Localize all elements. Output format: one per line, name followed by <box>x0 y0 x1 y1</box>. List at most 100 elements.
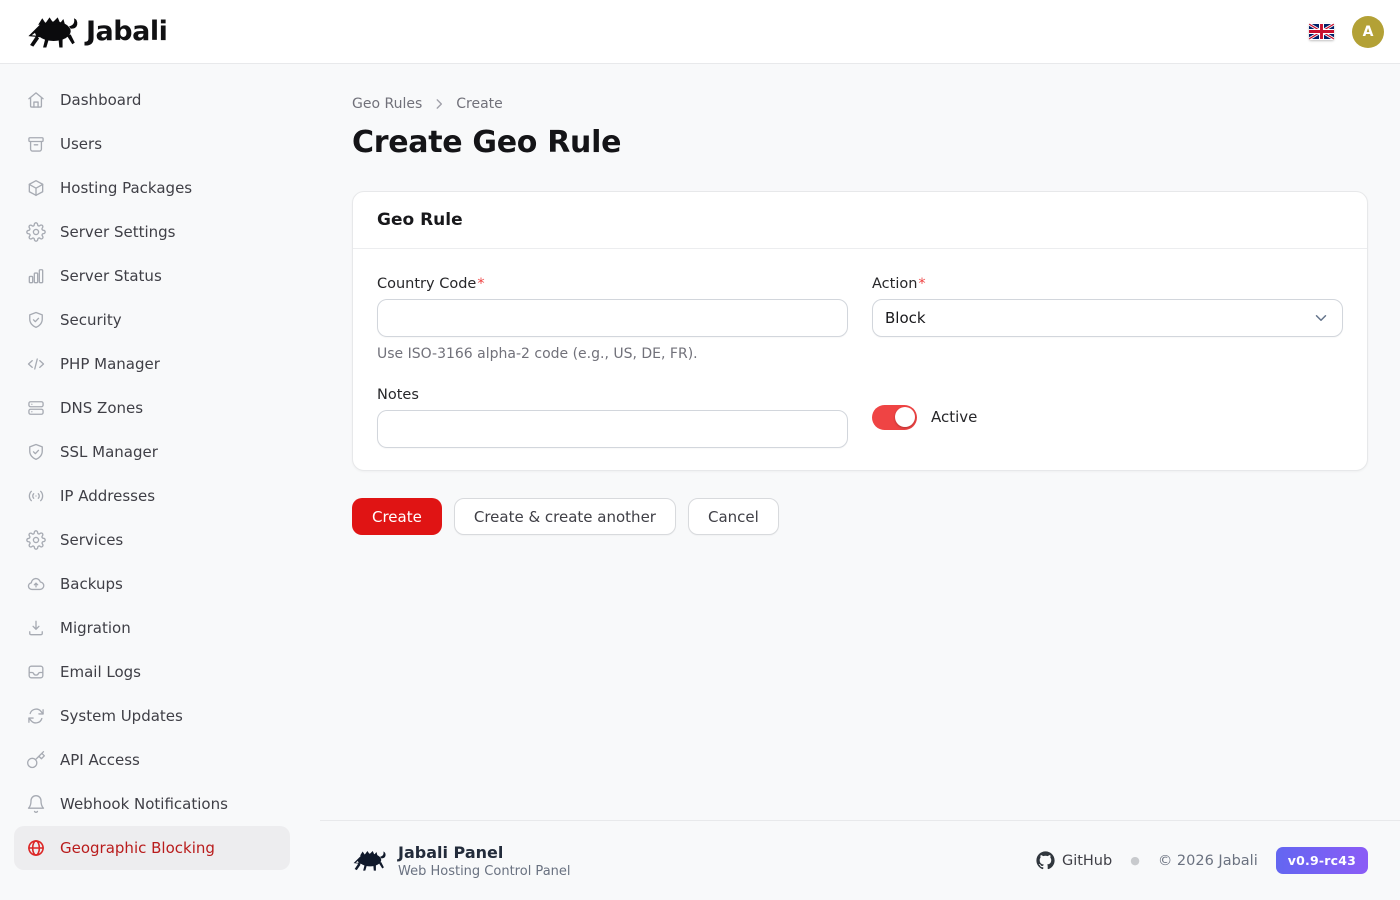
sidebar-item-migration[interactable]: Migration <box>14 606 290 650</box>
dot-separator: ● <box>1130 854 1140 867</box>
card-title: Geo Rule <box>377 210 463 230</box>
globe-icon <box>26 838 46 858</box>
language-flag-uk-icon[interactable] <box>1309 23 1334 40</box>
sidebar-item-server-status[interactable]: Server Status <box>14 254 290 298</box>
sidebar-item-ssl-manager[interactable]: SSL Manager <box>14 430 290 474</box>
server-stack-icon <box>26 398 46 418</box>
brand-logo[interactable]: Jabali <box>26 13 167 51</box>
action-select[interactable]: Block <box>872 299 1343 337</box>
page-title: Create Geo Rule <box>352 125 1368 160</box>
toggle-knob <box>895 407 915 427</box>
geo-rule-card: Geo Rule Country Code* Use ISO-3166 alph… <box>352 191 1368 471</box>
sidebar-item-label: IP Addresses <box>60 487 155 505</box>
chart-bar-icon <box>26 266 46 286</box>
sidebar-item-label: System Updates <box>60 707 183 725</box>
sidebar-item-dns-zones[interactable]: DNS Zones <box>14 386 290 430</box>
sidebar-item-label: DNS Zones <box>60 399 143 417</box>
shield-check-icon <box>26 442 46 462</box>
cog-icon <box>26 222 46 242</box>
sidebar-item-security[interactable]: Security <box>14 298 290 342</box>
sidebar-item-ip-addresses[interactable]: IP Addresses <box>14 474 290 518</box>
action-field-group: Action* Block <box>872 273 1343 362</box>
active-field-group: Active <box>872 384 1343 448</box>
sidebar-item-label: Migration <box>60 619 131 637</box>
country-code-input[interactable] <box>377 299 848 337</box>
sidebar-item-users[interactable]: Users <box>14 122 290 166</box>
sidebar-item-email-logs[interactable]: Email Logs <box>14 650 290 694</box>
github-label: GitHub <box>1062 853 1112 869</box>
main-area: Geo Rules Create Create Geo Rule Geo Rul… <box>304 64 1400 900</box>
sidebar-item-label: Users <box>60 135 102 153</box>
notes-label: Notes <box>377 387 419 403</box>
page-footer: Jabali Panel Web Hosting Control Panel G… <box>320 820 1400 900</box>
version-badge: v0.9-rc43 <box>1276 847 1368 874</box>
create-button[interactable]: Create <box>352 498 442 535</box>
sidebar-item-label: Email Logs <box>60 663 141 681</box>
action-select-value: Block <box>885 309 926 327</box>
cog-icon <box>26 530 46 550</box>
brand-name: Jabali <box>86 16 167 47</box>
sidebar-item-label: Services <box>60 531 123 549</box>
country-code-field-group: Country Code* Use ISO-3166 alpha-2 code … <box>377 273 848 362</box>
sidebar-item-webhook-notifications[interactable]: Webhook Notifications <box>14 782 290 826</box>
key-icon <box>26 750 46 770</box>
sidebar-item-label: Webhook Notifications <box>60 795 228 813</box>
sidebar-item-hosting-packages[interactable]: Hosting Packages <box>14 166 290 210</box>
sidebar-item-label: Hosting Packages <box>60 179 192 197</box>
sidebar-item-label: API Access <box>60 751 140 769</box>
cube-icon <box>26 178 46 198</box>
sidebar-item-php-manager[interactable]: PHP Manager <box>14 342 290 386</box>
chevron-right-icon <box>432 97 446 111</box>
cancel-button[interactable]: Cancel <box>688 498 779 535</box>
sidebar-item-services[interactable]: Services <box>14 518 290 562</box>
shield-check-icon <box>26 310 46 330</box>
action-label: Action* <box>872 276 926 292</box>
active-toggle-label: Active <box>931 408 977 426</box>
arrow-down-tray-icon <box>26 618 46 638</box>
top-header: Jabali A <box>0 0 1400 64</box>
chevron-down-icon <box>1312 309 1330 327</box>
sidebar-item-label: Geographic Blocking <box>60 839 215 857</box>
card-header: Geo Rule <box>353 192 1367 249</box>
breadcrumb: Geo Rules Create <box>352 96 1368 112</box>
sidebar-item-label: SSL Manager <box>60 443 158 461</box>
boar-icon <box>26 13 78 51</box>
sidebar-item-server-settings[interactable]: Server Settings <box>14 210 290 254</box>
notes-input[interactable] <box>377 410 848 448</box>
boar-icon <box>352 848 386 873</box>
home-icon <box>26 90 46 110</box>
code-bracket-icon <box>26 354 46 374</box>
inbox-icon <box>26 662 46 682</box>
footer-title: Jabali Panel <box>398 843 571 862</box>
create-and-create-another-button[interactable]: Create & create another <box>454 498 676 535</box>
breadcrumb-create: Create <box>456 96 503 112</box>
sidebar-item-dashboard[interactable]: Dashboard <box>14 78 290 122</box>
sidebar-item-label: Backups <box>60 575 123 593</box>
sidebar-item-system-updates[interactable]: System Updates <box>14 694 290 738</box>
sidebar-item-api-access[interactable]: API Access <box>14 738 290 782</box>
sidebar-nav: Dashboard Users Hosting Packages Server Set… <box>0 64 304 900</box>
form-actions: Create Create & create another Cancel <box>352 498 1368 535</box>
sidebar-item-geographic-blocking[interactable]: Geographic Blocking <box>14 826 290 870</box>
country-code-label: Country Code* <box>377 276 485 292</box>
active-toggle[interactable] <box>872 405 917 430</box>
required-asterisk: * <box>918 276 925 292</box>
sidebar-item-label: Dashboard <box>60 91 141 109</box>
copyright-text: © 2026 Jabali <box>1158 853 1258 869</box>
notes-field-group: Notes <box>377 384 848 448</box>
arrow-path-icon <box>26 706 46 726</box>
country-code-helper-text: Use ISO-3166 alpha-2 code (e.g., US, DE,… <box>377 346 848 362</box>
signal-icon <box>26 486 46 506</box>
bell-icon <box>26 794 46 814</box>
github-icon <box>1036 851 1055 870</box>
github-link[interactable]: GitHub <box>1036 851 1112 870</box>
sidebar-item-label: Server Settings <box>60 223 175 241</box>
archive-box-icon <box>26 134 46 154</box>
breadcrumb-geo-rules[interactable]: Geo Rules <box>352 96 422 112</box>
footer-subtitle: Web Hosting Control Panel <box>398 864 571 879</box>
required-asterisk: * <box>477 276 484 292</box>
sidebar-item-label: Server Status <box>60 267 162 285</box>
sidebar-item-label: PHP Manager <box>60 355 160 373</box>
user-avatar[interactable]: A <box>1352 16 1384 48</box>
sidebar-item-backups[interactable]: Backups <box>14 562 290 606</box>
